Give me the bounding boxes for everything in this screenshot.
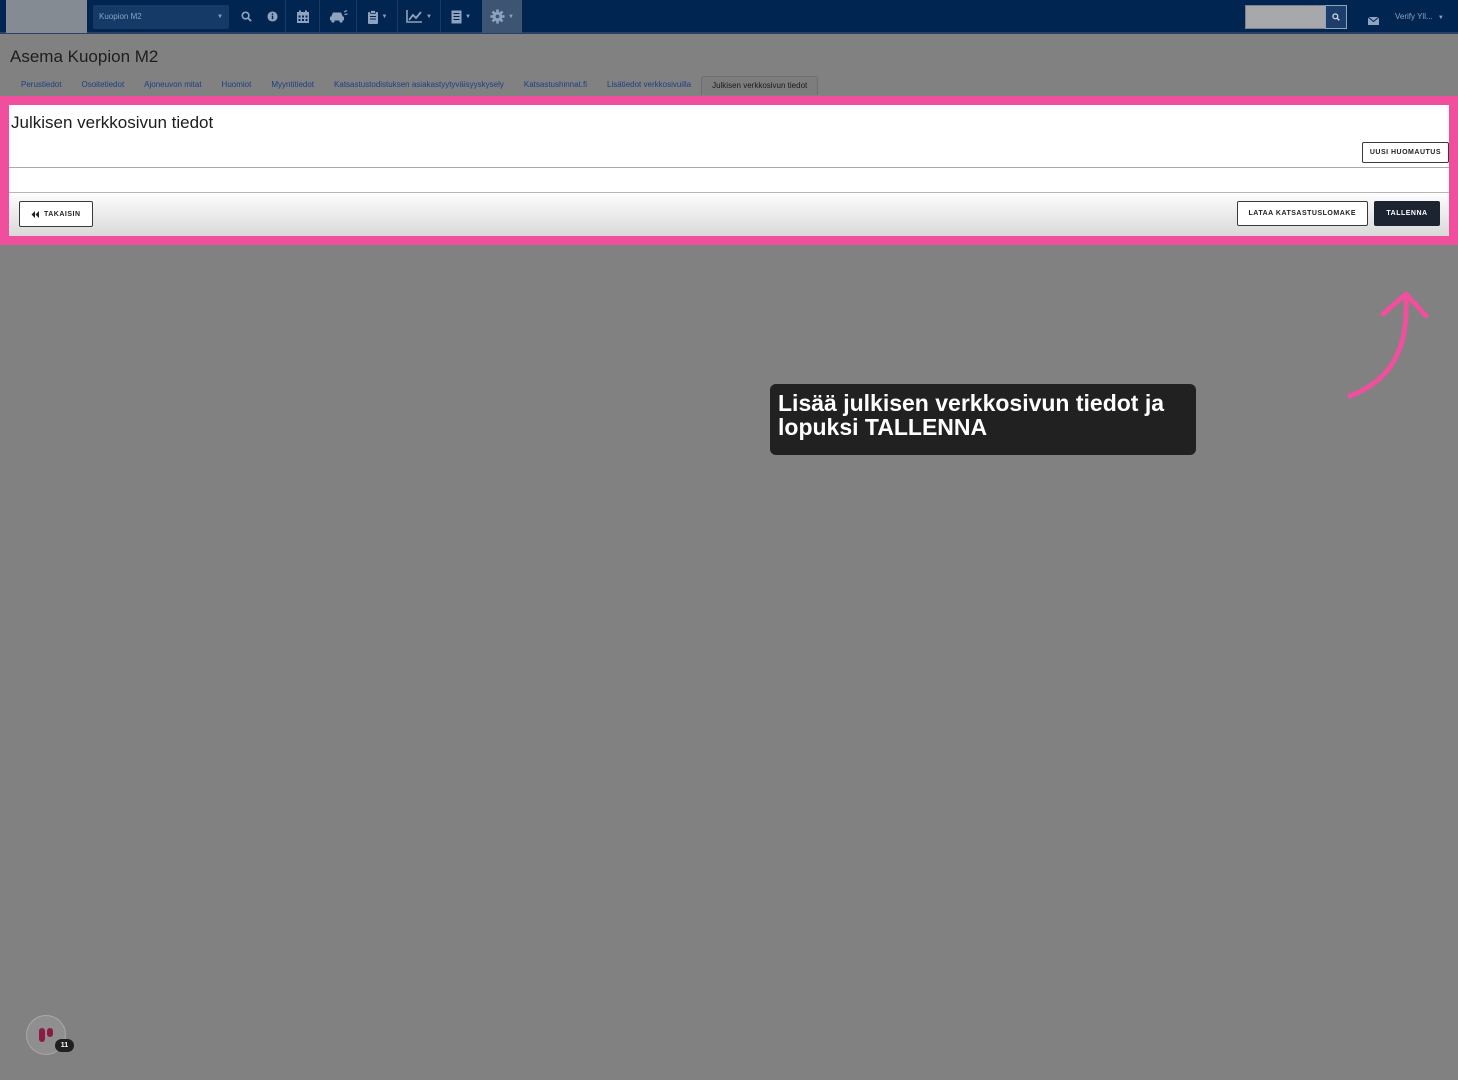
tab-myyntitiedot[interactable]: Myyntitiedot xyxy=(261,76,324,95)
tab-bar: Perustiedot Osoitetiedot Ajoneuvon mitat… xyxy=(11,76,819,95)
tab-julkisen-verkkosivun-tiedot[interactable]: Julkisen verkkosivun tiedot xyxy=(701,76,819,95)
highlighted-panel: Julkisen verkkosivun tiedot UUSI HUOMAUT… xyxy=(0,96,1458,245)
page-title: Asema Kuopion M2 xyxy=(10,47,159,66)
panel-footer: TAKAISIN LATAA KATSASTUSLOMAKE TALLENNA xyxy=(9,192,1449,236)
tab-katsastushinnat[interactable]: Katsastushinnat.fi xyxy=(514,76,597,95)
car-icon[interactable] xyxy=(320,0,356,33)
tab-lisatiedot-verkkosivuilla[interactable]: Lisätiedot verkkosivuilla xyxy=(597,76,701,95)
save-button[interactable]: TALLENNA xyxy=(1374,201,1440,226)
tab-ajoneuvon-mitat[interactable]: Ajoneuvon mitat xyxy=(134,76,211,95)
user-menu-label: Verify Yll... xyxy=(1395,12,1433,21)
global-search-button[interactable] xyxy=(1325,5,1347,29)
tab-asiakastyytyvaisyyskysely[interactable]: Katsastustodistuksen asiakastyytyväisyys… xyxy=(324,76,514,95)
guide-logo-icon xyxy=(39,1028,53,1042)
logo[interactable] xyxy=(6,0,87,33)
global-search-input[interactable] xyxy=(1245,5,1325,29)
guide-count-badge: 11 xyxy=(55,1039,74,1052)
back-button-label: TAKAISIN xyxy=(44,210,81,218)
tab-huomiot[interactable]: Huomiot xyxy=(212,76,262,95)
search-icon[interactable] xyxy=(236,0,256,33)
chevron-down-icon: ▼ xyxy=(217,14,223,20)
curved-arrow-icon xyxy=(1347,291,1429,399)
chevron-down-icon: ▼ xyxy=(381,13,388,20)
calendar-icon[interactable] xyxy=(286,0,319,33)
tab-osoitetiedot[interactable]: Osoitetiedot xyxy=(71,76,134,95)
chevron-down-icon: ▼ xyxy=(465,13,471,20)
clipboard-icon[interactable]: ▼ xyxy=(357,0,397,33)
top-navbar: Kuopion M2 ▼ ▼ ▼ ▼ ▼ Verify Yll... ▼ xyxy=(0,0,1458,34)
document-icon[interactable]: ▼ xyxy=(441,0,481,33)
double-chevron-left-icon xyxy=(31,210,39,218)
mail-icon[interactable] xyxy=(1367,12,1380,30)
chevron-down-icon: ▼ xyxy=(426,13,432,20)
chevron-down-icon: ▼ xyxy=(508,13,514,20)
new-note-button[interactable]: UUSI HUOMAUTUS xyxy=(1361,142,1449,163)
user-menu[interactable]: Verify Yll... ▼ xyxy=(1395,12,1444,21)
gear-icon[interactable]: ▼ xyxy=(482,0,522,33)
station-select-value: Kuopion M2 xyxy=(99,12,142,21)
info-icon[interactable] xyxy=(262,0,282,33)
divider xyxy=(9,167,1449,168)
panel-title: Julkisen verkkosivun tiedot xyxy=(11,113,214,132)
download-inspection-form-button[interactable]: LATAA KATSASTUSLOMAKE xyxy=(1236,201,1368,226)
back-button[interactable]: TAKAISIN xyxy=(19,201,93,227)
chart-icon[interactable]: ▼ xyxy=(398,0,440,33)
station-select[interactable]: Kuopion M2 ▼ xyxy=(93,5,229,29)
guide-tooltip: Lisää julkisen verkkosivun tiedot ja lop… xyxy=(770,384,1196,455)
tab-perustiedot[interactable]: Perustiedot xyxy=(11,76,71,95)
chevron-down-icon: ▼ xyxy=(1437,15,1444,21)
